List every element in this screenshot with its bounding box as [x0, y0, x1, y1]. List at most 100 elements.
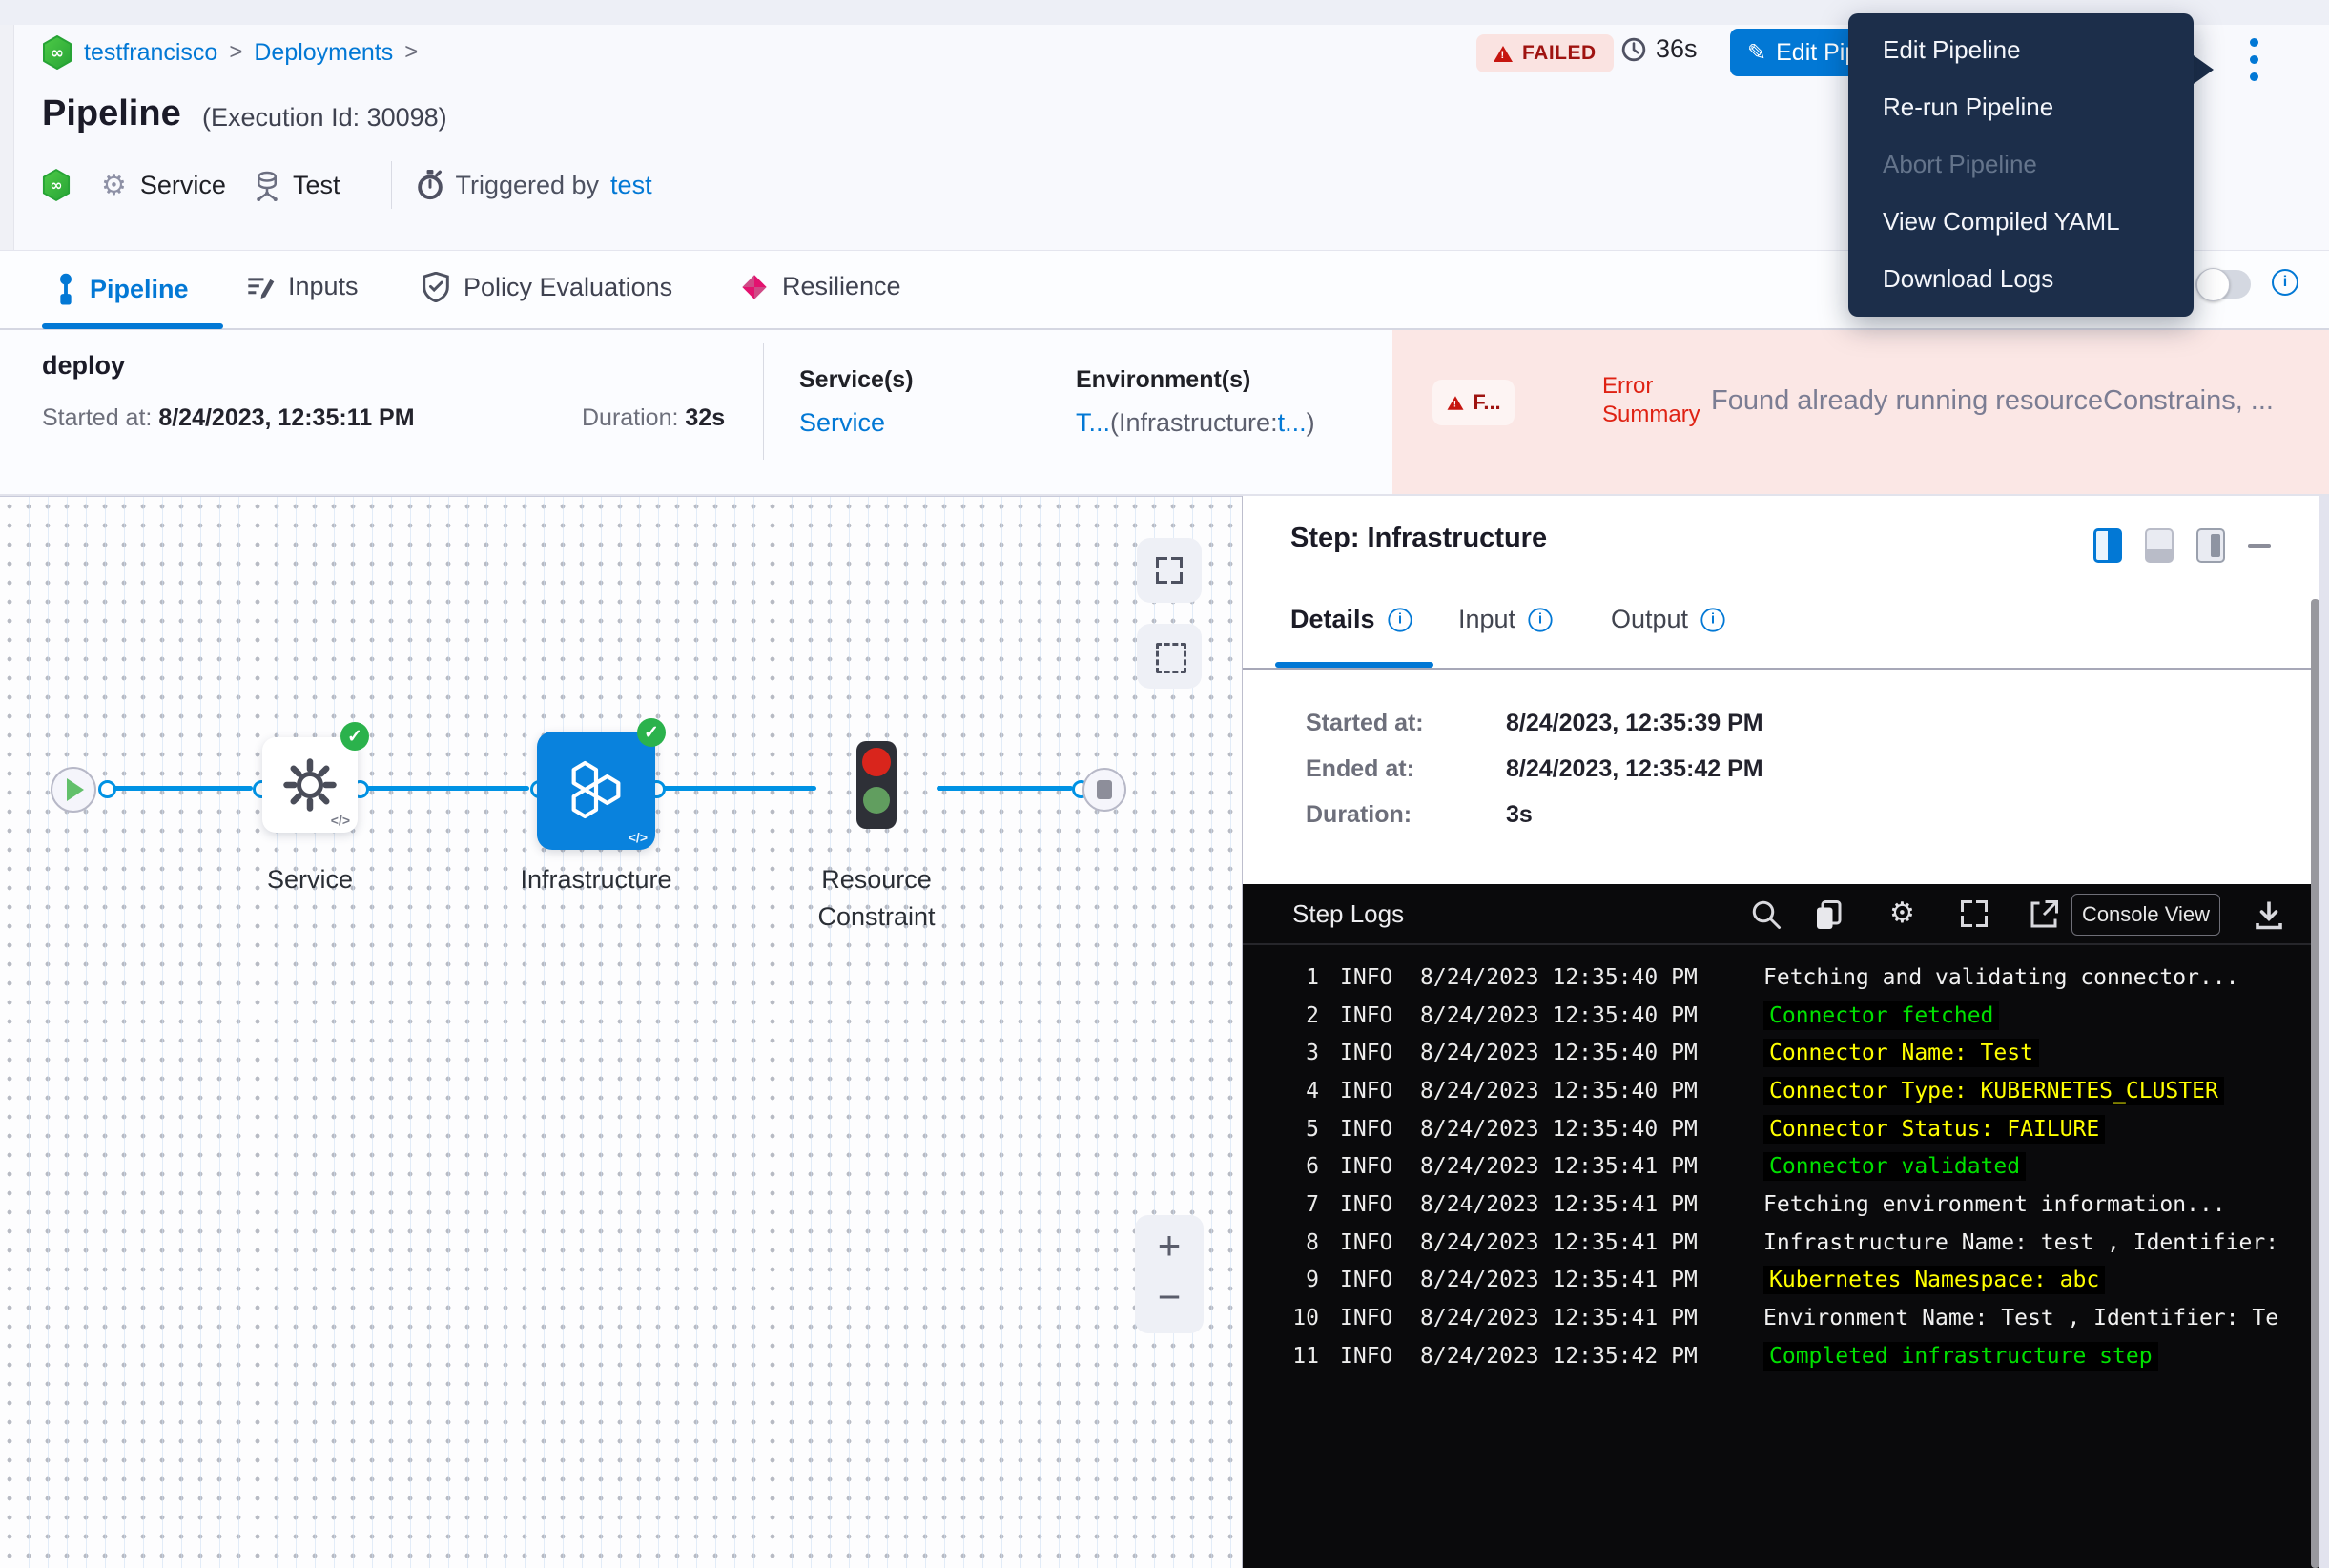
log-line: 2 INFO 8/24/2023 12:35:40 PM Connector f… [1243, 997, 2329, 1035]
service-link[interactable]: Service [799, 408, 885, 438]
tab-pipeline[interactable]: Pipeline [55, 272, 189, 306]
log-level: INFO [1340, 1230, 1399, 1255]
cd-module-icon: ∞ [42, 169, 71, 201]
detail-row: Ended at: 8/24/2023, 12:35:42 PM [1306, 746, 2164, 792]
tab-inputs-label: Inputs [288, 272, 359, 301]
log-level: INFO [1340, 1344, 1399, 1369]
log-level: INFO [1340, 1003, 1399, 1028]
log-line: 8 INFO 8/24/2023 12:35:41 PM Infrastruct… [1243, 1224, 2329, 1262]
elapsed-value: 36s [1656, 34, 1698, 64]
log-timestamp: 8/24/2023 12:35:42 PM [1420, 1344, 1708, 1369]
log-level: INFO [1340, 1154, 1399, 1179]
right-pane-layout-button[interactable] [2093, 528, 2122, 563]
log-line-number: 1 [1290, 965, 1319, 990]
details-info-icon[interactable]: i [1388, 608, 1412, 631]
log-lines[interactable]: 1 INFO 8/24/2023 12:35:40 PM Fetching an… [1243, 959, 2329, 1375]
edge [937, 786, 1073, 791]
canvas-fullscreen-button[interactable] [1137, 538, 1202, 603]
environment-icon [253, 169, 281, 201]
service-name[interactable]: Service [140, 171, 226, 200]
code-glyph: </> [331, 813, 350, 828]
stage-summary-bar: deploy Started at: 8/24/2023, 12:35:11 P… [0, 330, 2329, 496]
download-logs-icon[interactable] [2252, 897, 2286, 932]
infrastructure-node[interactable]: </> [537, 732, 655, 850]
log-line: 3 INFO 8/24/2023 12:35:40 PM Connector N… [1243, 1034, 2329, 1072]
panel-scrollbar-thumb[interactable] [2311, 599, 2319, 1568]
canvas-select-button[interactable] [1137, 624, 1202, 689]
resilience-icon [740, 273, 769, 301]
log-message: Infrastructure Name: test , Identifier: [1763, 1230, 2278, 1255]
breadcrumb-separator: > [404, 39, 418, 66]
red-light [862, 748, 891, 776]
breadcrumb-separator: > [229, 39, 242, 66]
inputs-tab-icon [246, 273, 275, 301]
warning-icon: ! [1494, 46, 1513, 62]
output-info-icon[interactable]: i [1700, 608, 1724, 631]
bottom-pane-layout-button[interactable] [2145, 528, 2174, 563]
tab-resilience[interactable]: Resilience [740, 272, 901, 301]
triggered-by-user-link[interactable]: test [610, 171, 652, 200]
marquee-select-icon [1156, 643, 1186, 673]
service-gear-icon: ⚙ [101, 169, 127, 202]
tabbar-info-icon[interactable]: i [2272, 269, 2298, 296]
log-timestamp: 8/24/2023 12:35:41 PM [1420, 1268, 1708, 1292]
environment-name[interactable]: Test [293, 171, 340, 200]
harness-cd-icon: ∞ [42, 35, 72, 70]
environment-value[interactable]: T...(Infrastructure:t...) [1076, 408, 1315, 438]
log-search-icon[interactable] [1749, 897, 1783, 932]
breadcrumb-deployments-link[interactable]: Deployments [254, 39, 393, 67]
detail-label: Started at: [1306, 710, 1506, 737]
context-menu-arrow [2191, 53, 2214, 86]
context-menu-item[interactable]: Re-run Pipeline [1848, 78, 2194, 135]
context-menu-item[interactable]: Edit Pipeline [1848, 21, 2194, 78]
zoom-out-button[interactable]: − [1135, 1274, 1204, 1320]
log-level: INFO [1340, 1306, 1399, 1331]
tab-policy-evaluations[interactable]: Policy Evaluations [422, 272, 672, 302]
more-options-kebab[interactable] [2243, 38, 2266, 95]
environments-column-header: Environment(s) [1076, 366, 1250, 394]
log-message: Connector Type: KUBERNETES_CLUSTER [1763, 1077, 2224, 1105]
stage-duration: Duration: 32s [582, 404, 725, 432]
log-message: Connector Name: Test [1763, 1039, 2039, 1067]
copy-icon[interactable] [1811, 897, 1845, 932]
start-node[interactable] [51, 767, 96, 813]
step-tab-details[interactable]: Details i [1290, 605, 1413, 634]
log-line: 10 INFO 8/24/2023 12:35:41 PM Environmen… [1243, 1299, 2329, 1337]
zoom-in-button[interactable]: + [1135, 1223, 1204, 1269]
minimize-panel-button[interactable] [2248, 544, 2271, 548]
side-pane-layout-button[interactable] [2196, 528, 2225, 563]
step-tab-input[interactable]: Input i [1458, 605, 1554, 634]
tab-inputs[interactable]: Inputs [246, 272, 359, 301]
log-settings-icon[interactable]: ⚙ [1889, 897, 1924, 932]
stage-name[interactable]: deploy [42, 351, 125, 381]
infrastructure-node-label: Infrastructure [482, 865, 711, 895]
log-fullscreen-icon[interactable] [1958, 897, 1992, 932]
stage-started: Started at: 8/24/2023, 12:35:11 PM [42, 404, 415, 432]
breadcrumb-project-link[interactable]: testfrancisco [84, 39, 217, 67]
input-info-icon[interactable]: i [1528, 608, 1552, 631]
pipeline-canvas[interactable]: </> ✓ </> ✓ Service Infrastructure Resou… [0, 496, 1242, 1568]
context-menu-item[interactable]: Abort Pipeline [1848, 135, 2194, 193]
step-panel-title: Step: Infrastructure [1290, 523, 1547, 554]
log-level: INFO [1340, 1268, 1399, 1292]
log-line-number: 10 [1290, 1306, 1319, 1331]
end-node[interactable] [1082, 768, 1126, 812]
log-timestamp: 8/24/2023 12:35:40 PM [1420, 1079, 1708, 1104]
step-details-panel: Step: Infrastructure Details i Input i O… [1242, 496, 2329, 1568]
error-summary-message[interactable]: Found already running resourceConstrains… [1711, 385, 2321, 417]
infrastructure-success-badge: ✓ [637, 718, 666, 747]
log-line: 1 INFO 8/24/2023 12:35:40 PM Fetching an… [1243, 959, 2329, 997]
view-toggle[interactable] [2195, 270, 2251, 299]
clock-icon [1621, 37, 1646, 62]
context-menu-item[interactable]: View Compiled YAML [1848, 193, 2194, 250]
context-menu-item[interactable]: Download Logs [1848, 250, 2194, 307]
resource-constraint-node[interactable] [856, 741, 897, 829]
log-message: Fetching and validating connector... [1763, 965, 2239, 990]
service-node[interactable]: </> [262, 737, 358, 833]
open-external-icon[interactable] [2027, 897, 2061, 932]
console-view-button[interactable]: Console View [2071, 894, 2220, 936]
step-tab-output[interactable]: Output i [1611, 605, 1726, 634]
pencil-icon: ✎ [1747, 39, 1766, 67]
triggered-by-label: Triggered by [455, 171, 599, 200]
active-tab-underline [42, 323, 223, 329]
